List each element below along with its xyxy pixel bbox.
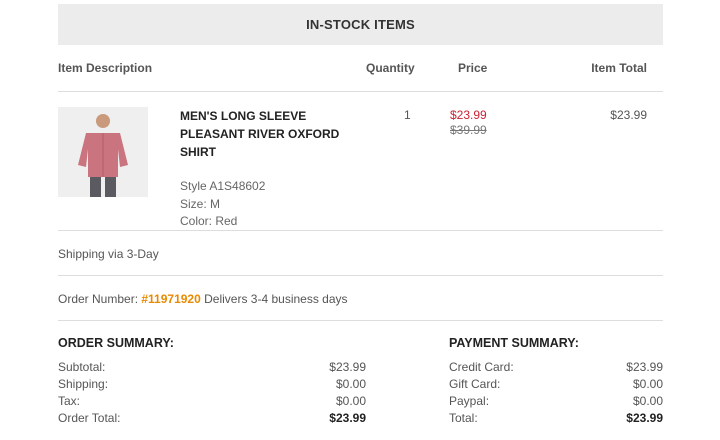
order-total-label: Order Total: xyxy=(58,411,121,425)
order-number[interactable]: #11971920 xyxy=(141,292,200,306)
divider xyxy=(58,230,663,231)
payment-total-label: Total: xyxy=(449,411,478,425)
divider xyxy=(58,91,663,92)
shipping-value: $0.00 xyxy=(335,377,366,391)
item-total: $23.99 xyxy=(610,108,647,122)
product-title[interactable]: MEN'S LONG SLEEVE PLEASANT RIVER OXFORD … xyxy=(180,107,350,161)
subtotal-label: Subtotal: xyxy=(58,360,106,374)
divider xyxy=(58,275,663,276)
order-number-label: Order Number: xyxy=(58,292,139,306)
gift-card-label: Gift Card: xyxy=(449,377,501,391)
paypal-value: $0.00 xyxy=(632,394,663,408)
order-total-value: $23.99 xyxy=(329,411,366,425)
paypal-label: Paypal: xyxy=(449,394,490,408)
delivery-estimate: Delivers 3-4 business days xyxy=(204,292,348,306)
section-banner: IN-STOCK ITEMS xyxy=(58,4,663,45)
product-color: Color: Red xyxy=(180,214,238,228)
subtotal-value: $23.99 xyxy=(329,360,366,374)
col-price: Price xyxy=(458,61,488,75)
product-style: Style A1S48602 xyxy=(180,179,266,193)
col-item-description: Item Description xyxy=(58,61,153,75)
section-title: IN-STOCK ITEMS xyxy=(306,17,415,32)
credit-card-label: Credit Card: xyxy=(449,360,514,374)
original-price: $39.99 xyxy=(450,123,487,137)
product-size: Size: M xyxy=(180,197,221,211)
order-summary-heading: ORDER SUMMARY: xyxy=(58,336,174,350)
shipping-label: Shipping: xyxy=(58,377,109,391)
tax-label: Tax: xyxy=(58,394,81,408)
item-price: $23.99 $39.99 xyxy=(450,108,487,137)
payment-summary-heading: PAYMENT SUMMARY: xyxy=(449,336,579,350)
shipping-method: Shipping via 3-Day xyxy=(58,247,159,261)
product-image[interactable] xyxy=(58,107,148,197)
credit-card-value: $23.99 xyxy=(626,360,663,374)
item-quantity: 1 xyxy=(404,108,411,122)
col-item-total: Item Total xyxy=(591,61,647,75)
gift-card-value: $0.00 xyxy=(632,377,663,391)
shirt-model-image xyxy=(58,107,148,197)
divider xyxy=(58,320,663,321)
col-quantity: Quantity xyxy=(366,61,415,75)
payment-total-value: $23.99 xyxy=(626,411,663,425)
tax-value: $0.00 xyxy=(335,394,366,408)
order-number-line: Order Number: #11971920 Delivers 3-4 bus… xyxy=(58,292,348,306)
sale-price: $23.99 xyxy=(450,108,487,122)
